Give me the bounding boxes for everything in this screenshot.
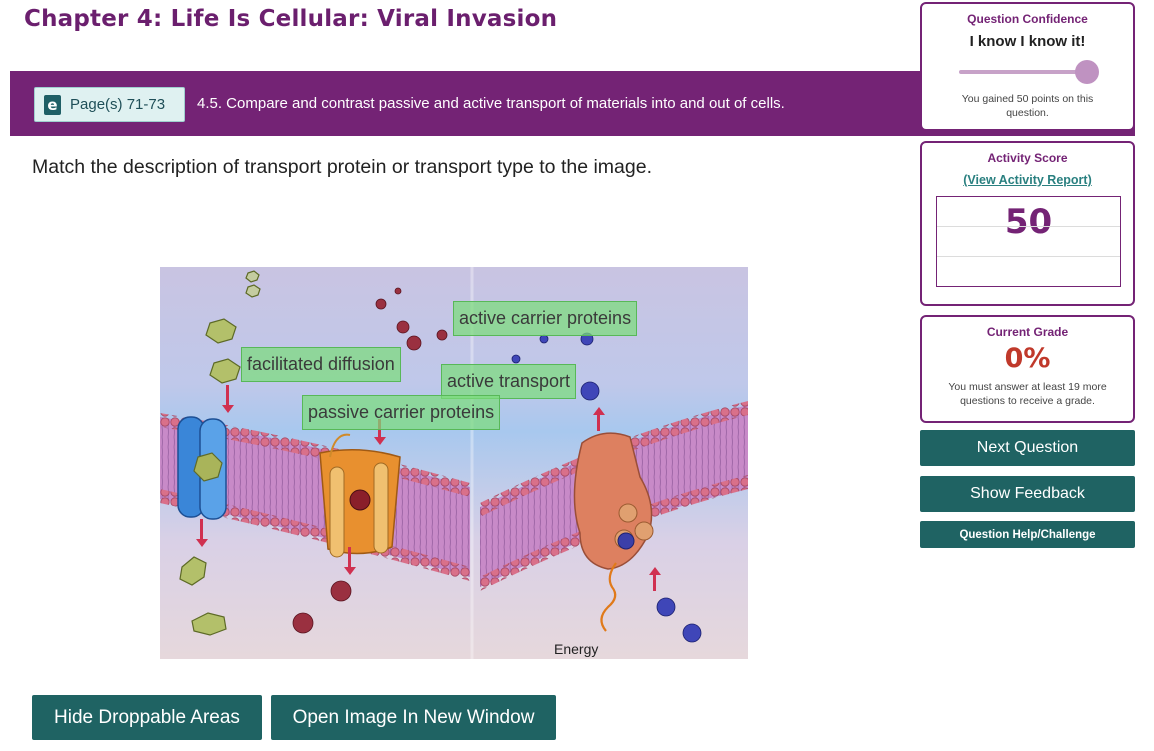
label-facilitated-diffusion[interactable]: facilitated diffusion: [241, 347, 401, 382]
confidence-slider[interactable]: [958, 58, 1099, 86]
grade-note: You must answer at least 19 more questio…: [948, 381, 1107, 407]
label-active-transport[interactable]: active transport: [441, 364, 577, 399]
confidence-note: You gained 50 points on this question.: [961, 93, 1094, 119]
activity-score-value: 50: [1004, 202, 1053, 242]
question-prompt: Match the description of transport prote…: [32, 156, 652, 178]
energy-label: Energy: [554, 641, 598, 657]
question-help-button[interactable]: Question Help/Challenge: [920, 521, 1135, 548]
current-grade-title: Current Grade: [986, 325, 1069, 339]
view-activity-report-link[interactable]: (View Activity Report): [963, 173, 1092, 187]
label-active-carrier-proteins[interactable]: active carrier proteins: [453, 301, 638, 336]
learning-objective: 4.5. Compare and contrast passive and ac…: [197, 95, 785, 112]
open-image-new-window-button[interactable]: Open Image In New Window: [271, 695, 556, 740]
activity-score-panel: Activity Score (View Activity Report) 50: [920, 141, 1135, 306]
next-question-button[interactable]: Next Question: [920, 430, 1135, 466]
ebook-icon: e: [44, 94, 61, 115]
pages-button[interactable]: e Page(s) 71-73: [34, 87, 185, 122]
activity-score-title: Activity Score: [987, 151, 1068, 165]
pages-label: Page(s) 71-73: [70, 96, 166, 113]
current-grade-panel: Current Grade 0% You must answer at leas…: [920, 315, 1135, 423]
confidence-value: I know I know it!: [969, 33, 1086, 50]
membrane-transport-image: Energy active carrier proteins facilitat…: [160, 267, 748, 659]
current-grade-value: 0%: [1004, 343, 1051, 374]
hide-droppable-areas-button[interactable]: Hide Droppable Areas: [32, 695, 262, 740]
score-box: 50: [936, 196, 1121, 287]
chapter-title: Chapter 4: Life Is Cellular: Viral Invas…: [24, 6, 558, 32]
slider-thumb[interactable]: [1074, 60, 1099, 84]
label-passive-carrier-proteins[interactable]: passive carrier proteins: [302, 395, 501, 430]
confidence-title: Question Confidence: [967, 12, 1088, 26]
score-gridline: [937, 226, 1120, 227]
show-feedback-button[interactable]: Show Feedback: [920, 476, 1135, 512]
score-gridline: [937, 256, 1120, 257]
confidence-panel: Question Confidence I know I know it! Yo…: [920, 2, 1135, 131]
